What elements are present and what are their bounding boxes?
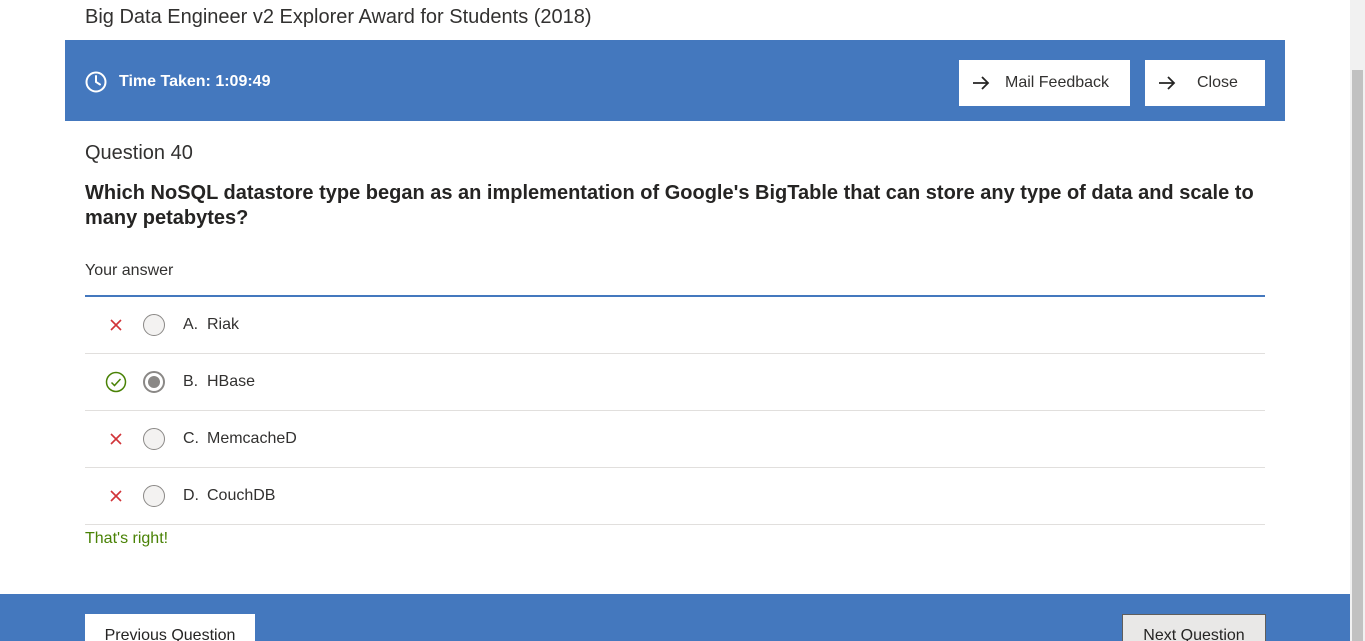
page-title: Big Data Engineer v2 Explorer Award for …: [85, 6, 592, 28]
footer-bar: Previous Question Next Question: [0, 594, 1350, 641]
question-number: Question 40: [85, 142, 193, 164]
option-label: D. CouchDB: [183, 487, 275, 505]
scrollbar-thumb[interactable]: [1352, 70, 1363, 641]
mail-feedback-button[interactable]: Mail Feedback: [959, 60, 1130, 106]
cross-icon: [105, 485, 127, 507]
radio-dot: [148, 376, 160, 388]
option-letter: C.: [183, 430, 199, 447]
clock-icon: [85, 71, 107, 93]
option-text: CouchDB: [207, 487, 276, 504]
close-label: Close: [1197, 74, 1238, 91]
option-label: C. MemcacheD: [183, 430, 297, 448]
option-letter: D.: [183, 487, 199, 504]
option-label: B. HBase: [183, 373, 255, 391]
option-text: HBase: [207, 373, 256, 390]
cross-icon: [105, 314, 127, 336]
question-text: Which NoSQL datastore type began as an i…: [85, 182, 1254, 229]
radio-button[interactable]: [143, 314, 165, 336]
check-circle-icon: [105, 371, 127, 393]
feedback-message: That's right!: [85, 530, 169, 547]
option-letter: B.: [183, 373, 199, 390]
answer-option-a[interactable]: A. Riak: [85, 297, 1265, 354]
option-text: Riak: [207, 316, 240, 333]
quiz-review-page: Big Data Engineer v2 Explorer Award for …: [0, 0, 1365, 641]
time-taken-label: Time Taken: 1:09:49: [119, 73, 271, 90]
option-text: MemcacheD: [207, 430, 297, 447]
radio-button[interactable]: [143, 485, 165, 507]
cross-icon: [105, 428, 127, 450]
answer-heading: Your answer: [85, 262, 174, 279]
answer-options: A. Riak B. HBase C. MemcacheD D. CouchDB: [85, 297, 1265, 525]
close-button[interactable]: Close: [1145, 60, 1265, 106]
radio-button-selected[interactable]: [143, 371, 165, 393]
radio-button[interactable]: [143, 428, 165, 450]
answer-option-c[interactable]: C. MemcacheD: [85, 411, 1265, 468]
previous-question-button[interactable]: Previous Question: [85, 614, 255, 641]
arrow-right-icon: [973, 76, 990, 90]
option-label: A. Riak: [183, 316, 239, 334]
option-letter: A.: [183, 316, 199, 333]
next-question-button[interactable]: Next Question: [1122, 614, 1266, 641]
answer-option-b[interactable]: B. HBase: [85, 354, 1265, 411]
timer: Time Taken: 1:09:49: [85, 71, 270, 93]
mail-feedback-label: Mail Feedback: [1005, 74, 1110, 91]
header-bar: Time Taken: 1:09:49 Mail Feedback Close: [65, 40, 1285, 121]
arrow-right-icon: [1159, 76, 1176, 90]
answer-option-d[interactable]: D. CouchDB: [85, 468, 1265, 525]
